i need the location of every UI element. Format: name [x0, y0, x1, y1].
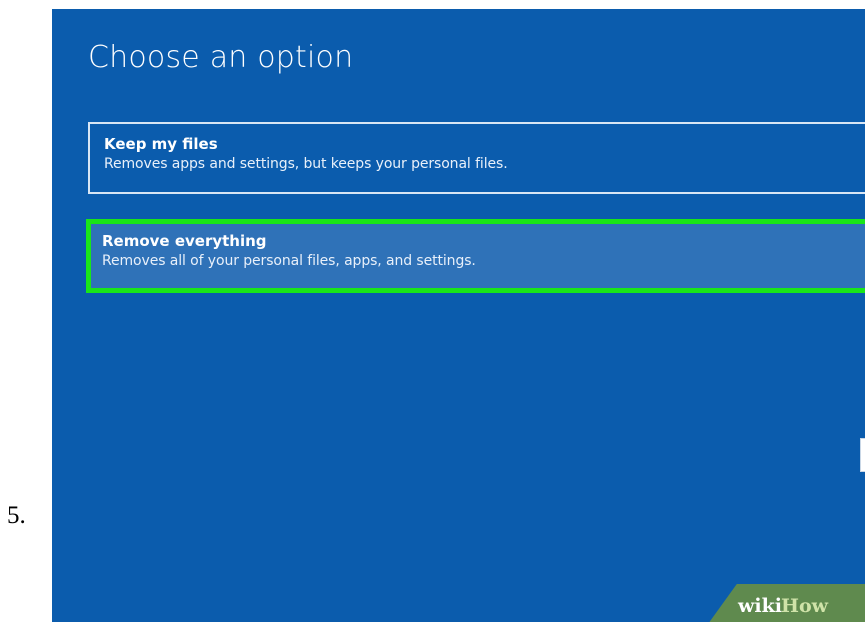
- step-number: 5.: [7, 502, 26, 529]
- screen-title: Choose an option: [88, 40, 354, 75]
- watermark-how: How: [781, 595, 829, 617]
- keep-my-files-option[interactable]: Keep my files Removes apps and settings,…: [88, 122, 865, 194]
- option-description: Removes apps and settings, but keeps you…: [104, 156, 508, 172]
- option-title: Remove everything: [102, 232, 267, 250]
- option-description: Removes all of your personal files, apps…: [102, 253, 476, 269]
- page: 5. Choose an option Keep my files Remove…: [0, 0, 865, 622]
- watermark-wiki: wiki: [737, 595, 782, 617]
- remove-everything-option[interactable]: Remove everything Removes all of your pe…: [86, 219, 865, 293]
- cancel-button-edge[interactable]: [860, 438, 865, 472]
- windows-recovery-screen: Choose an option Keep my files Removes a…: [52, 9, 865, 622]
- option-title: Keep my files: [104, 135, 218, 153]
